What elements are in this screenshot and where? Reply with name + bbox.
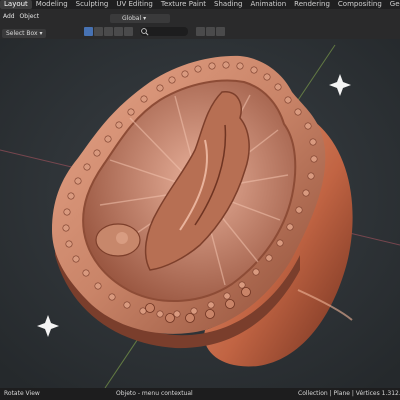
tab-animation[interactable]: Animation [246, 0, 290, 9]
select-box-dropdown[interactable]: Select Box ▾ [2, 29, 46, 38]
viewport-right-controls [196, 27, 226, 36]
tab-rendering[interactable]: Rendering [290, 0, 334, 9]
menu-object[interactable]: Object [20, 13, 40, 20]
search-icon [141, 28, 149, 36]
gizmo-icon[interactable] [206, 27, 215, 36]
chevron-down-icon: ▾ [143, 15, 147, 22]
3d-viewport[interactable] [0, 39, 400, 388]
status-middle: Objeto - menu contextual [116, 390, 193, 397]
search-input[interactable] [140, 27, 188, 36]
tab-layout[interactable]: Layout [0, 0, 32, 9]
filter-icon[interactable] [216, 27, 225, 36]
overlay-icon[interactable] [196, 27, 205, 36]
invert-mode-icon[interactable] [114, 27, 123, 36]
tab-sculpting[interactable]: Sculpting [72, 0, 113, 9]
tab-uv-editing[interactable]: UV Editing [112, 0, 157, 9]
workspace-tabs: Layout Modeling Sculpting UV Editing Texture… [0, 0, 400, 9]
transform-orientation-label: Global [122, 15, 142, 22]
viewport-header: Add Object Select Box ▾ Global ▾ [0, 9, 400, 39]
subtract-mode-icon[interactable] [104, 27, 113, 36]
tab-modeling[interactable]: Modeling [32, 0, 72, 9]
viewport-canvas [0, 39, 400, 388]
intersect-mode-icon[interactable] [124, 27, 133, 36]
status-bar: Rotate View Objeto - menu contextual Col… [0, 388, 400, 400]
shading-toolbar [84, 27, 134, 37]
status-left: Rotate View [4, 390, 40, 397]
tab-geometry-nodes[interactable]: Geometry Nodes [386, 0, 400, 9]
transform-orientation-dropdown[interactable]: Global ▾ [110, 14, 170, 23]
select-box-label: Select Box [6, 30, 38, 37]
tab-texture-paint[interactable]: Texture Paint [157, 0, 210, 9]
tab-shading[interactable]: Shading [210, 0, 246, 9]
chevron-down-icon: ▾ [39, 30, 43, 37]
select-mode-icon[interactable] [84, 27, 93, 36]
extend-mode-icon[interactable] [94, 27, 103, 36]
tab-compositing[interactable]: Compositing [334, 0, 386, 9]
viewport-menus: Add Object [0, 13, 39, 25]
angel-head [116, 232, 128, 244]
status-right: Collection | Plane | Vértices 1.312.468 [298, 390, 400, 397]
menu-add[interactable]: Add [3, 13, 15, 20]
